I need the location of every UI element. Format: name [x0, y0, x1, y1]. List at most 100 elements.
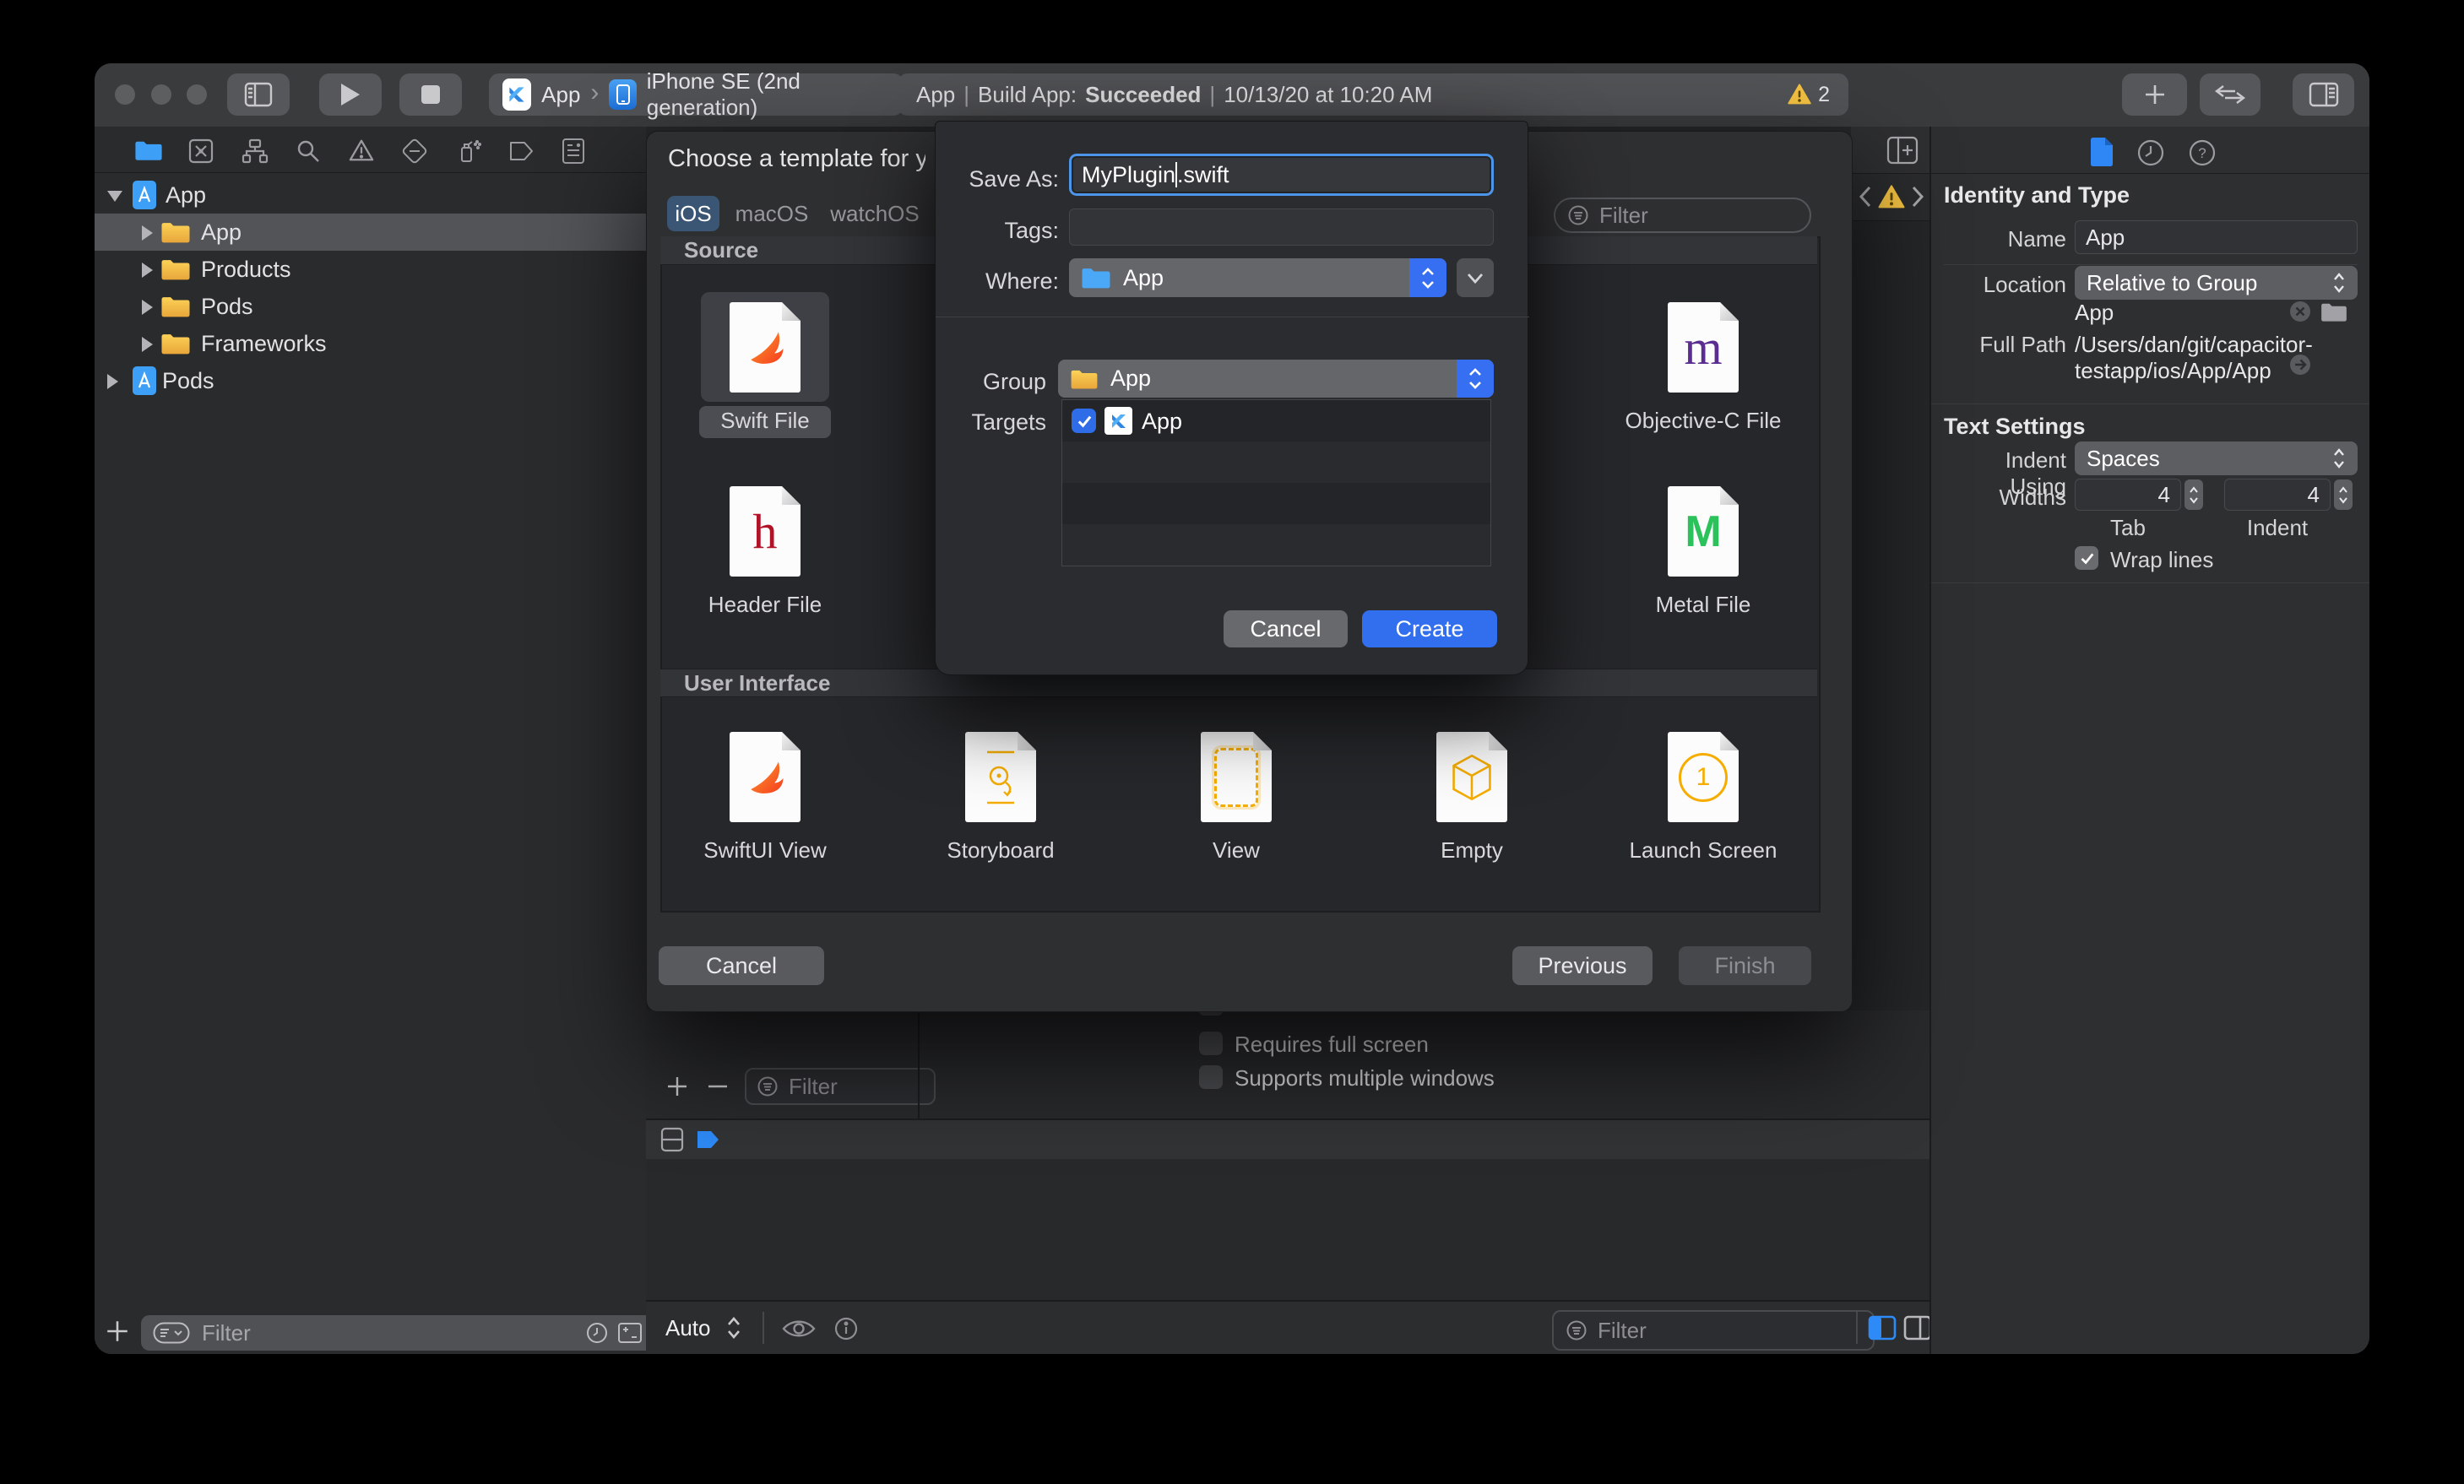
supports-multiple-windows-label: Supports multiple windows: [1235, 1065, 1495, 1091]
template-filter-input[interactable]: Filter: [1554, 198, 1811, 233]
zoom-window-button[interactable]: [187, 84, 207, 105]
group-popup[interactable]: App: [1058, 360, 1494, 398]
tab-symbol-navigator[interactable]: [242, 138, 269, 164]
navrow-project-app[interactable]: App: [95, 176, 646, 214]
navrow-frameworks[interactable]: Frameworks: [95, 325, 646, 362]
debug-bar: [646, 1120, 1929, 1159]
toggle-navigator-button[interactable]: [227, 73, 290, 116]
expand-sheet-button[interactable]: [1457, 258, 1494, 297]
dialog-cancel-button[interactable]: Cancel: [659, 946, 824, 985]
status-app: App: [916, 81, 956, 107]
variables-view-mode[interactable]: Auto: [665, 1315, 711, 1341]
wrap-lines-checkbox[interactable]: [2075, 546, 2098, 570]
tab-source-control[interactable]: [188, 138, 214, 164]
tab-watchos[interactable]: watchOS: [824, 196, 925, 231]
forward-icon[interactable]: [1910, 185, 1925, 209]
back-icon[interactable]: [1858, 185, 1873, 209]
warning-badge[interactable]: 2: [1788, 83, 1830, 107]
targets-filter-input[interactable]: Filter: [745, 1068, 936, 1105]
simulator-icon: [609, 79, 637, 110]
template-storyboard[interactable]: Storyboard: [908, 732, 1094, 864]
project-icon: [132, 366, 157, 396]
disclosure-closed-icon[interactable]: [142, 225, 153, 241]
navrow-project-pods[interactable]: Pods: [95, 362, 646, 399]
blue-folder-icon: [1081, 265, 1111, 290]
run-button[interactable]: [319, 73, 382, 116]
choose-folder-icon[interactable]: [2319, 301, 2349, 323]
indent-width-field[interactable]: 4: [2224, 479, 2331, 511]
tab-ios[interactable]: iOS: [667, 196, 719, 231]
tab-width-field[interactable]: 4: [2075, 479, 2181, 511]
add-target-button[interactable]: [665, 1075, 689, 1098]
toggle-debug-area-icon[interactable]: [660, 1127, 684, 1152]
navigator-filter-input[interactable]: Filter: [141, 1315, 654, 1351]
target-row-app[interactable]: App: [1062, 400, 1490, 441]
quicklook-eye-icon[interactable]: [781, 1317, 817, 1340]
template-empty[interactable]: Empty: [1379, 732, 1565, 864]
open-path-arrow-icon[interactable]: [2288, 353, 2312, 376]
template-metal-file[interactable]: M Metal File: [1610, 486, 1796, 618]
disclosure-closed-icon[interactable]: [142, 263, 153, 278]
template-launch-screen[interactable]: 1 Launch Screen: [1610, 732, 1796, 864]
template-objc-file[interactable]: m Objective-C File: [1610, 302, 1796, 434]
scheme-selector[interactable]: App › iPhone SE (2nd generation): [489, 68, 904, 120]
indent-width-stepper[interactable]: [2334, 479, 2353, 510]
tab-test-navigator[interactable]: [402, 138, 427, 164]
tab-width-stepper[interactable]: [2184, 479, 2203, 510]
info-icon[interactable]: [833, 1316, 859, 1341]
minimize-window-button[interactable]: [151, 84, 171, 105]
template-header-file[interactable]: h Header File: [672, 486, 858, 618]
template-swiftui-view[interactable]: SwiftUI View: [672, 732, 858, 864]
tab-debug-navigator[interactable]: [455, 138, 482, 165]
tab-history-inspector[interactable]: [2136, 138, 2165, 167]
save-as-input[interactable]: MyPlugin .swift: [1069, 154, 1494, 196]
name-field[interactable]: App: [2075, 220, 2358, 254]
tab-breakpoint-navigator[interactable]: [508, 140, 535, 162]
stop-button[interactable]: [399, 73, 462, 116]
name-label: Name: [2007, 226, 2066, 252]
tab-report-navigator[interactable]: [562, 138, 585, 165]
chevron-updown-icon[interactable]: [726, 1314, 741, 1341]
inspector: ? Identity and Type Name App Location Re…: [1929, 127, 2369, 1354]
tab-find-navigator[interactable]: [296, 138, 321, 164]
breakpoints-toggle-icon[interactable]: [696, 1129, 721, 1150]
warning-icon[interactable]: [1878, 185, 1905, 209]
tags-input[interactable]: [1069, 209, 1494, 246]
remove-target-button[interactable]: [706, 1075, 730, 1098]
add-editor-button[interactable]: [1886, 136, 1919, 165]
clear-location-icon[interactable]: [2288, 300, 2312, 323]
tab-macos[interactable]: macOS: [731, 196, 812, 231]
close-window-button[interactable]: [115, 84, 135, 105]
editor-swap-button[interactable]: [2200, 73, 2260, 116]
template-swift-file[interactable]: Swift File: [672, 302, 858, 434]
toggle-inspector-button[interactable]: [2293, 73, 2354, 116]
dialog-finish-button[interactable]: Finish: [1679, 946, 1811, 985]
template-view[interactable]: View: [1143, 732, 1329, 864]
disclosure-closed-icon[interactable]: [107, 374, 118, 389]
activity-status-bar[interactable]: App | Build App: Succeeded | 10/13/20 at…: [898, 73, 1848, 116]
requires-full-screen-checkbox[interactable]: [1199, 1032, 1223, 1055]
disclosure-closed-icon[interactable]: [142, 300, 153, 315]
supports-multiple-windows-checkbox[interactable]: [1199, 1065, 1223, 1089]
tab-project-navigator[interactable]: [134, 138, 163, 163]
where-popup[interactable]: App: [1069, 258, 1446, 297]
dialog-previous-button[interactable]: Previous: [1512, 946, 1653, 985]
tab-help-inspector[interactable]: ?: [2188, 138, 2217, 167]
target-checkbox-checked[interactable]: [1072, 409, 1096, 433]
navrow-products[interactable]: Products: [95, 251, 646, 288]
indent-using-popup[interactable]: Spaces: [2075, 441, 2358, 475]
navrow-app-folder-selected[interactable]: App: [95, 214, 646, 251]
add-file-button[interactable]: [105, 1319, 130, 1344]
location-popup[interactable]: Relative to Group: [2075, 266, 2358, 300]
show-variables-view-icon[interactable]: [1868, 1313, 1897, 1342]
disclosure-open-icon[interactable]: [107, 191, 122, 202]
show-console-view-icon[interactable]: [1903, 1313, 1932, 1342]
console-filter-input[interactable]: Filter: [1552, 1310, 1875, 1351]
sheet-create-button[interactable]: Create: [1362, 610, 1497, 647]
library-add-button[interactable]: [2122, 73, 2187, 116]
disclosure-closed-icon[interactable]: [142, 337, 153, 352]
tab-file-inspector[interactable]: [2089, 137, 2114, 167]
sheet-cancel-button[interactable]: Cancel: [1224, 610, 1348, 647]
tab-issue-navigator[interactable]: [349, 138, 374, 162]
navrow-pods-folder[interactable]: Pods: [95, 288, 646, 325]
